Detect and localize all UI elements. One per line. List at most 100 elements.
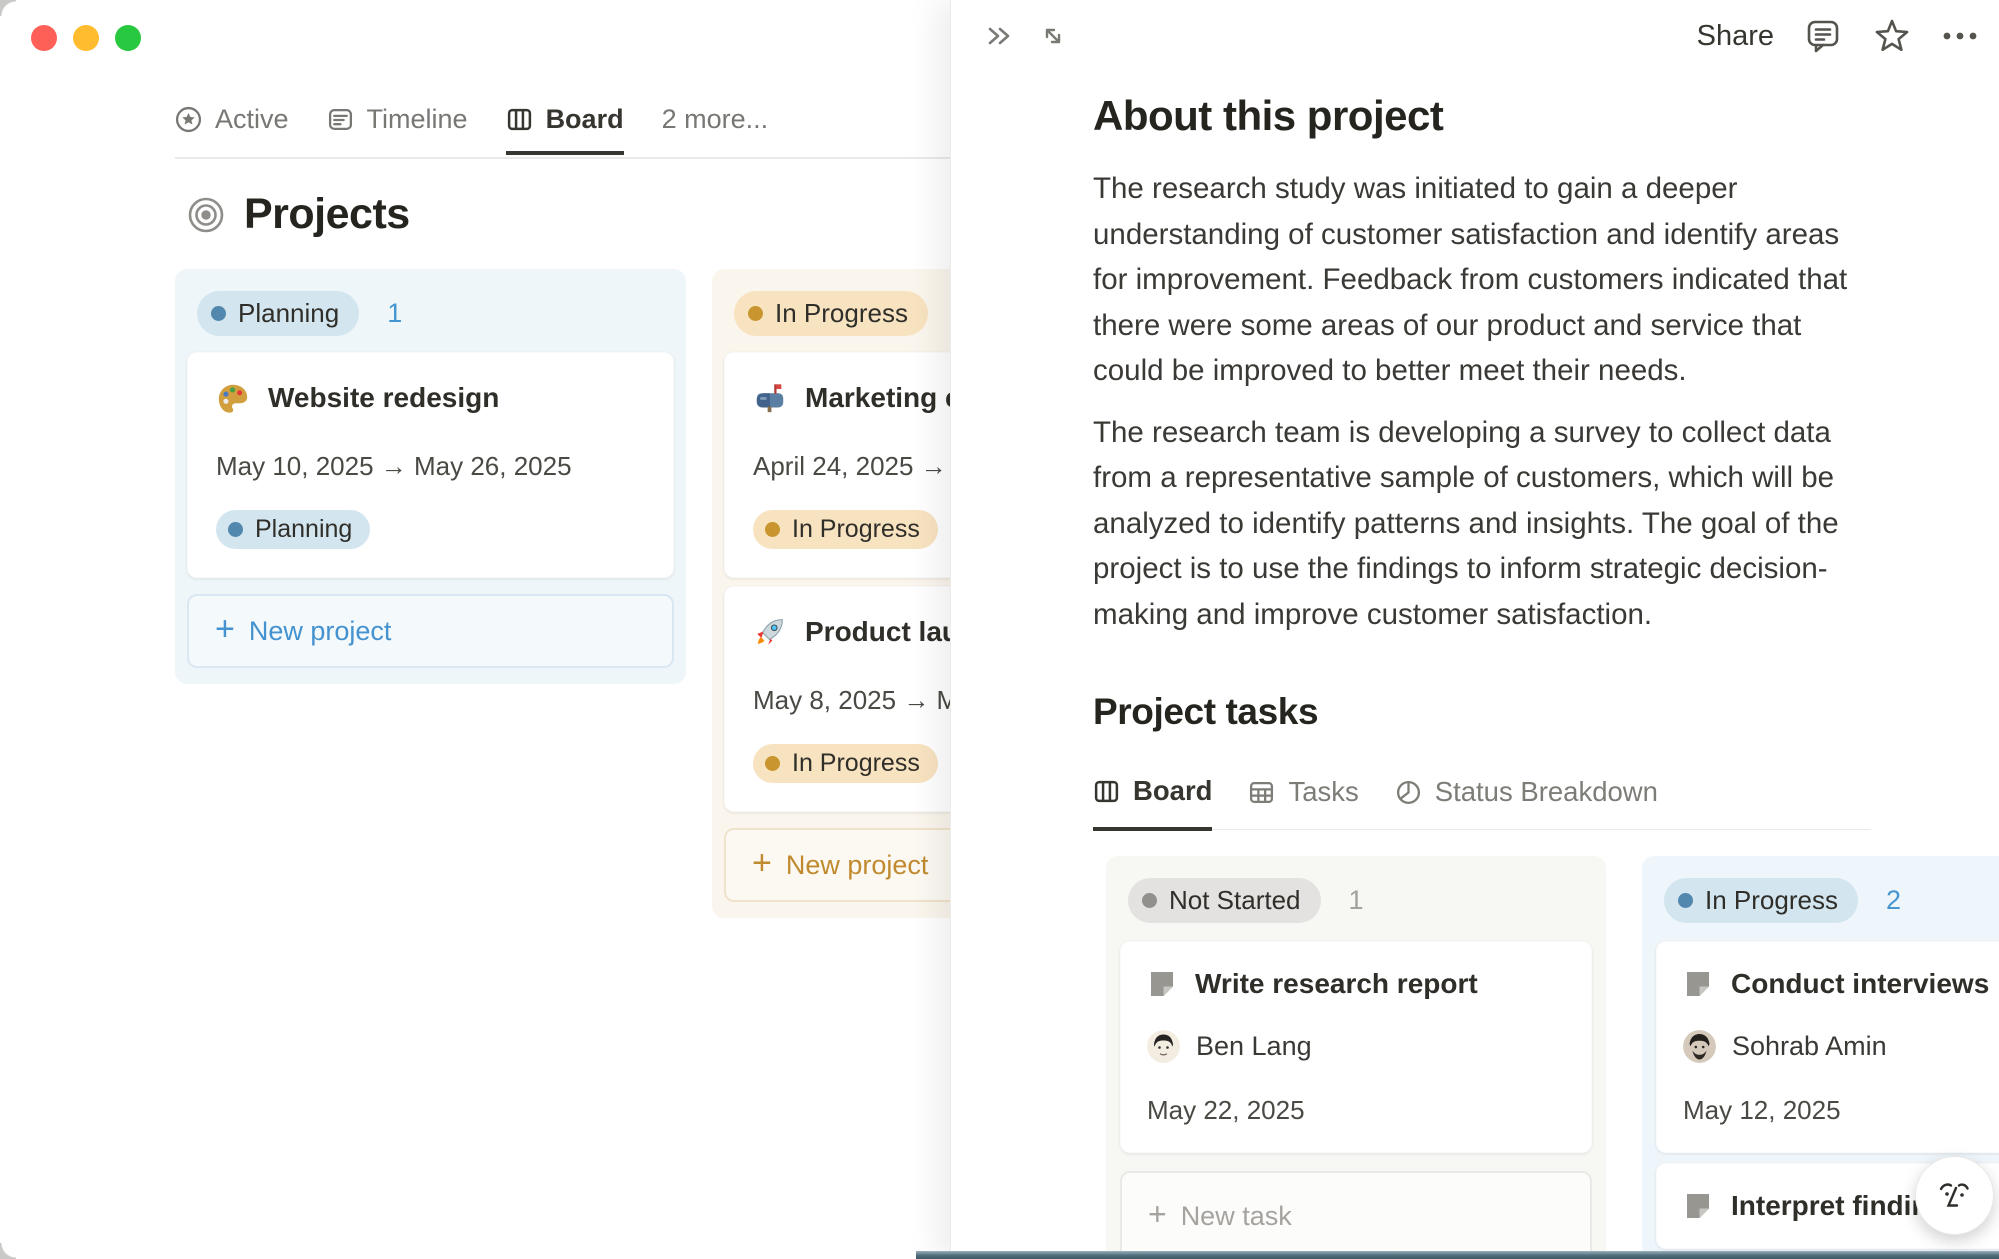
tab-label: Tasks bbox=[1288, 776, 1358, 808]
status-dot bbox=[228, 522, 243, 537]
tab-more-views[interactable]: 2 more... bbox=[662, 104, 769, 151]
task-card-write-research-report[interactable]: Write research report Ben bbox=[1120, 941, 1592, 1153]
tasks-view-tabs: Board Tasks Status Break bbox=[1093, 775, 1871, 830]
status-badge-not-started: Not Started bbox=[1128, 878, 1321, 923]
status-badge-planning: Planning bbox=[197, 291, 359, 336]
assignee-name: Ben Lang bbox=[1196, 1031, 1312, 1062]
tab-label: Active bbox=[215, 104, 289, 135]
database-view-tabs: Active Timeline Board 2 more... bbox=[175, 104, 768, 155]
card-status-tag: In Progress bbox=[753, 744, 938, 783]
status-dot bbox=[765, 522, 780, 537]
tab-label: Timeline bbox=[367, 104, 468, 135]
avatar-sohrab-amin bbox=[1683, 1030, 1716, 1063]
status-dot bbox=[765, 756, 780, 771]
plus-icon: + bbox=[1148, 1198, 1167, 1230]
side-peek-panel: Share About this project The research st… bbox=[950, 0, 1999, 1259]
zoom-window-button[interactable] bbox=[115, 25, 141, 51]
status-dot bbox=[1142, 893, 1157, 908]
expand-page-icon[interactable] bbox=[1037, 20, 1069, 52]
status-badge-in-progress: In Progress bbox=[1664, 878, 1858, 923]
task-date: May 22, 2025 bbox=[1147, 1095, 1565, 1126]
card-date-range: May 10, 2025 → May 26, 2025 bbox=[216, 451, 645, 482]
board-column-planning: Planning 1 Website redesign May 10, 2025… bbox=[175, 269, 686, 684]
column-header: Planning 1 bbox=[175, 273, 686, 344]
more-options-icon[interactable] bbox=[1942, 29, 1978, 43]
card-status-tag: In Progress bbox=[753, 510, 938, 549]
new-task-label: New task bbox=[1181, 1201, 1292, 1232]
status-label: Not Started bbox=[1169, 885, 1301, 916]
new-project-label: New project bbox=[786, 850, 929, 881]
rocket-icon bbox=[753, 615, 787, 649]
task-date: May 12, 2025 bbox=[1683, 1095, 1999, 1126]
pie-chart-icon bbox=[1395, 779, 1422, 806]
window-bottom-edge bbox=[916, 1251, 1999, 1259]
notion-ai-button[interactable] bbox=[1915, 1156, 1994, 1235]
window-corner-bottom-left bbox=[0, 1243, 16, 1259]
view-tabs-divider bbox=[175, 157, 950, 159]
tab-status-breakdown[interactable]: Status Breakdown bbox=[1395, 775, 1658, 829]
status-dot bbox=[211, 306, 226, 321]
status-label: In Progress bbox=[1705, 885, 1838, 916]
palette-icon bbox=[216, 381, 250, 415]
task-card-conduct-interviews[interactable]: Conduct interviews Sohrab bbox=[1656, 941, 1999, 1153]
tab-label: Board bbox=[546, 104, 624, 135]
close-side-peek-icon[interactable] bbox=[983, 20, 1015, 52]
window-controls bbox=[31, 25, 141, 51]
column-header: In Progress 2 bbox=[1642, 860, 1999, 931]
task-title: Conduct interviews bbox=[1731, 968, 1989, 1000]
tab-tasks-board[interactable]: Board bbox=[1093, 775, 1212, 831]
column-count: 1 bbox=[387, 298, 402, 329]
status-label: In Progress bbox=[792, 515, 920, 544]
task-page-icon bbox=[1683, 969, 1713, 999]
plus-icon: + bbox=[752, 846, 772, 880]
doc-heading: About this project bbox=[1093, 92, 1871, 140]
avatar-ben-lang bbox=[1147, 1030, 1180, 1063]
tab-tasks-table[interactable]: Tasks bbox=[1248, 775, 1358, 829]
page-title: Projects bbox=[186, 190, 410, 239]
timeline-icon bbox=[327, 106, 354, 133]
table-icon bbox=[1248, 779, 1275, 806]
project-card-website-redesign[interactable]: Website redesign May 10, 2025 → May 26, … bbox=[187, 352, 674, 578]
status-label: In Progress bbox=[792, 749, 920, 778]
page-title-text: Projects bbox=[244, 190, 410, 239]
task-column-not-started: Not Started 1 Write research report bbox=[1106, 856, 1606, 1259]
doc-paragraph: The research team is developing a survey… bbox=[1093, 410, 1871, 638]
status-label: Planning bbox=[238, 298, 339, 329]
new-project-label: New project bbox=[249, 616, 392, 647]
column-count: 1 bbox=[1349, 885, 1364, 916]
tab-board-view[interactable]: Board bbox=[506, 104, 624, 155]
close-window-button[interactable] bbox=[31, 25, 57, 51]
task-page-icon bbox=[1683, 1191, 1713, 1221]
column-count: 2 bbox=[1886, 885, 1901, 916]
panel-nav-left bbox=[983, 20, 1069, 52]
plus-icon: + bbox=[215, 612, 235, 646]
document-body: About this project The research study wa… bbox=[1093, 0, 1871, 1259]
card-title: Marketing c bbox=[805, 382, 961, 414]
ai-face-icon bbox=[1932, 1173, 1978, 1219]
board-icon bbox=[506, 106, 533, 133]
column-header: Not Started 1 bbox=[1106, 860, 1606, 931]
tasks-heading: Project tasks bbox=[1093, 691, 1871, 733]
star-circle-icon bbox=[175, 106, 202, 133]
mailbox-icon bbox=[753, 381, 787, 415]
favorite-star-icon[interactable] bbox=[1872, 16, 1912, 56]
minimize-window-button[interactable] bbox=[73, 25, 99, 51]
card-status-tag: Planning bbox=[216, 510, 370, 549]
status-dot bbox=[1678, 893, 1693, 908]
window-corner-top-left bbox=[0, 0, 16, 16]
task-page-icon bbox=[1147, 969, 1177, 999]
status-label: Planning bbox=[255, 515, 352, 544]
new-task-button[interactable]: + New task bbox=[1120, 1171, 1592, 1259]
assignee-row: Sohrab Amin bbox=[1683, 1030, 1999, 1063]
bullseye-icon bbox=[186, 195, 226, 235]
tab-timeline-view[interactable]: Timeline bbox=[327, 104, 468, 151]
doc-paragraph: The research study was initiated to gain… bbox=[1093, 166, 1871, 394]
new-project-button-planning[interactable]: + New project bbox=[187, 594, 674, 668]
tab-label: Board bbox=[1133, 775, 1212, 807]
tab-active-view[interactable]: Active bbox=[175, 104, 289, 151]
assignee-name: Sohrab Amin bbox=[1732, 1031, 1887, 1062]
status-label: In Progress bbox=[775, 298, 908, 329]
tasks-board: Not Started 1 Write research report bbox=[1106, 856, 1871, 1259]
tab-label: Status Breakdown bbox=[1435, 776, 1658, 808]
assignee-row: Ben Lang bbox=[1147, 1030, 1565, 1063]
